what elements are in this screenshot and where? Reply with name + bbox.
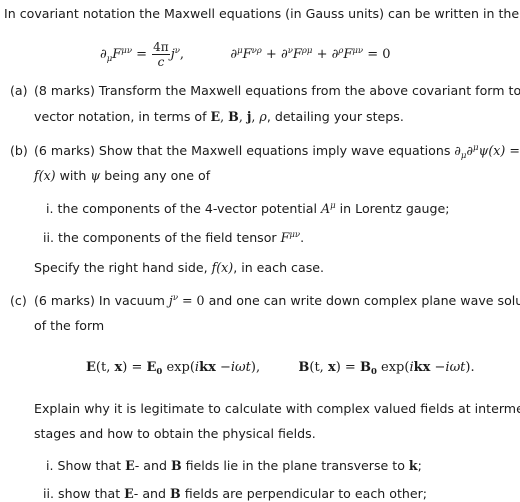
- plane-wave-equations: E(t, x) = E0 exp(ikx −iωt), B(t, x) = B0…: [86, 360, 475, 376]
- magnetic-field-equation: B(t, x) = B0 exp(ikx −iωt).: [298, 360, 475, 377]
- part-b-line2: f(x) with ψ being any one of: [34, 168, 211, 183]
- maxwell-inhomogeneous-equation: ∂μFμν = 4π c jν,: [100, 40, 185, 69]
- part-a-line2: vector notation, in terms of E, B, j, ρ,…: [34, 109, 404, 124]
- part-c-item-1: i. Show that E- and B fields lie in the …: [46, 458, 422, 473]
- item-marker: ii.: [43, 486, 55, 501]
- intro-text: In covariant notation the Maxwell equati…: [4, 6, 520, 21]
- part-c-explain-line1: Explain why it is legitimate to calculat…: [34, 401, 520, 416]
- electric-field-equation: E(t, x) = E0 exp(ikx −iωt),: [86, 360, 261, 377]
- item-marker: i.: [46, 201, 54, 216]
- part-c-label: (c): [10, 293, 27, 308]
- part-b-specify: Specify the right hand side, f(x), in ea…: [34, 260, 325, 275]
- part-c-item-2: ii. show that E- and B fields are perpen…: [43, 486, 428, 501]
- part-c-explain-line2: stages and how to obtain the physical fi…: [34, 426, 316, 441]
- part-a-line1: (8 marks) Transform the Maxwell equation…: [34, 83, 520, 98]
- item-marker: i.: [46, 458, 54, 473]
- part-b-line1: (6 marks) Show that the Maxwell equation…: [34, 143, 520, 161]
- part-a-marks: (8 marks): [34, 83, 95, 98]
- covariant-equation: ∂μFμν = 4π c jν, ∂μFνρ + ∂νFρμ + ∂ρFμν = 0: [100, 40, 391, 70]
- part-b-label: (b): [10, 143, 28, 158]
- part-c-line2: of the form: [34, 318, 105, 333]
- fraction: 4π c: [152, 40, 170, 69]
- part-a-label: (a): [10, 83, 28, 98]
- part-c-line1: (6 marks) In vacuum jν = 0 and one can w…: [34, 293, 520, 308]
- part-b-item-2: ii. the components of the field tensor F…: [43, 230, 305, 245]
- maxwell-homogeneous-equation: ∂μFνρ + ∂νFρμ + ∂ρFμν = 0: [230, 46, 391, 62]
- item-marker: ii.: [43, 230, 55, 245]
- part-c-marks: (6 marks): [34, 293, 95, 308]
- part-b-item-1: i. the components of the 4-vector potent…: [46, 201, 450, 216]
- part-b-marks: (6 marks): [34, 143, 95, 158]
